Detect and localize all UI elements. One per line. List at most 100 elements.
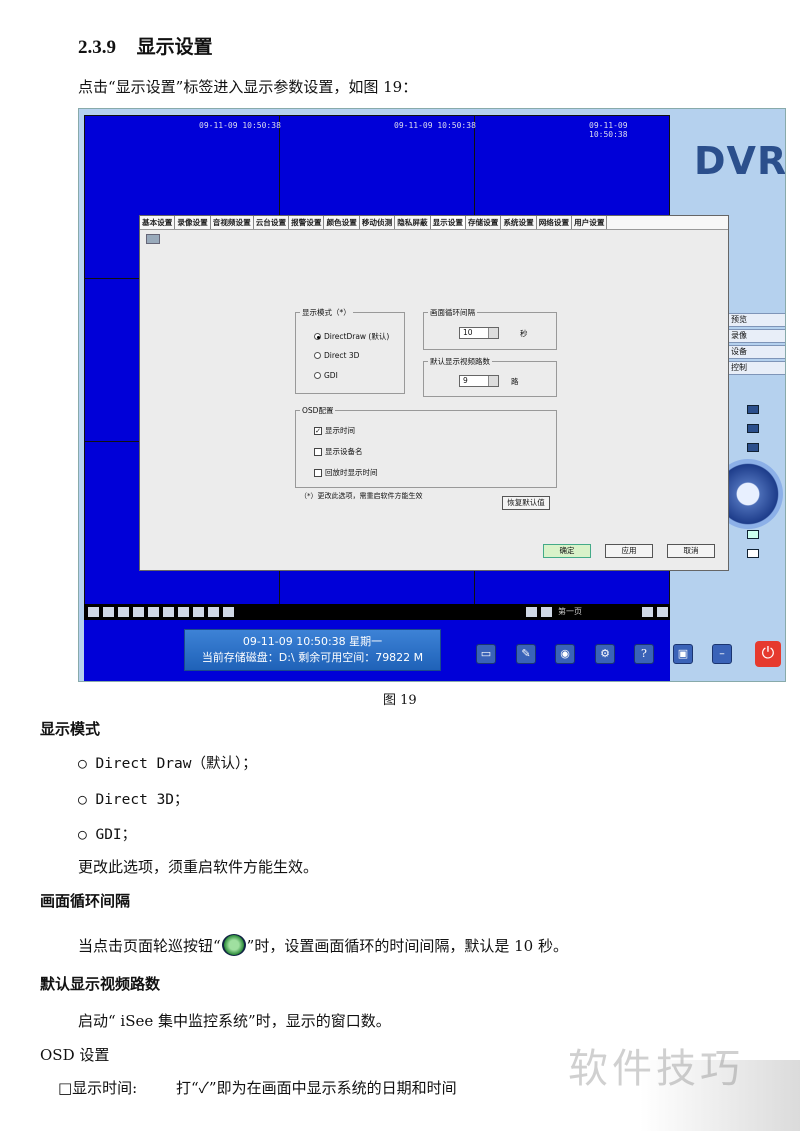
osd-item-label: □显示时间: [58,1079,138,1097]
side-toggle[interactable] [747,424,759,433]
apply-button[interactable]: 应用 [605,544,653,558]
power-button[interactable]: ⏻ [755,641,781,667]
checkbox-label: 回放时显示时间 [325,468,378,477]
layout-button[interactable] [657,607,668,617]
checkbox-label: 显示时间 [325,426,355,435]
tab-user[interactable]: 用户设置 [572,216,608,229]
side-button-preview[interactable]: 预览 [727,313,785,327]
settings-dialog: 基本设置 录像设置 音视频设置 云台设置 报警设置 颜色设置 移动侦测 隐私屏蔽… [139,215,729,571]
radio-label: Direct 3D [324,351,360,360]
side-button-device[interactable]: 设备 [727,345,785,359]
watermark: 软件技巧 [568,1046,744,1092]
side-button-control[interactable]: 控制 [727,361,785,375]
radio-gdi[interactable]: GDI [314,371,338,380]
restart-note: （*）更改此选项，需重启软件方能生效 [300,492,423,500]
cycle-text-part: 当点击页面轮巡按钮“ [78,937,221,955]
checkbox[interactable]: ✓ [314,426,322,435]
channels-heading: 默认显示视频路数 [40,975,161,993]
osd-line: □显示时间: 打“✓”即为在画面中显示系统的日期和时间 [58,1077,457,1098]
display-mode-item: ○ GDI； [78,827,137,843]
timestamp: 09-11-09 10:50:38 [394,121,476,130]
side-button-record[interactable]: 录像 [727,329,785,343]
checkbox[interactable] [314,447,322,456]
status-time: 09-11-09 10:50:38 星期一 [242,635,383,648]
figure-caption: 图 19 [383,693,417,708]
channel-button[interactable] [193,607,204,617]
cycle-interval-stepper[interactable]: 10 [459,327,499,339]
side-toggle[interactable] [747,549,759,558]
display-mode-note: 更改此选项，须重启软件方能生效。 [78,858,319,876]
checkbox[interactable] [314,468,322,477]
default-channels-label: 默认显示视频路数 [428,356,492,367]
tab-basic[interactable]: 基本设置 [140,216,176,229]
osd-show-device-name[interactable]: 显示设备名 [314,446,363,457]
tab-system[interactable]: 系统设置 [501,216,537,229]
channels-text: 启动“ iSee 集中监控系统”时，显示的窗口数。 [78,1012,391,1030]
tab-ptz[interactable]: 云台设置 [254,216,290,229]
display-mode-item: ○ Direct Draw（默认）； [78,756,257,772]
osd-item-desc: 打“✓”即为在画面中显示系统的日期和时间 [176,1079,457,1097]
channel-button[interactable] [103,607,114,617]
tab-alarm[interactable]: 报警设置 [289,216,325,229]
minimize-button[interactable]: – [712,644,732,664]
help-button[interactable]: ? [634,644,654,664]
ok-button[interactable]: 确定 [543,544,591,558]
default-channels-unit: 路 [511,377,519,386]
osd-playback-time[interactable]: 回放时显示时间 [314,467,378,478]
display-mode-group: 显示模式（*） DirectDraw (默认) Direct 3D GDI [295,307,405,394]
radio-dot[interactable] [314,372,321,379]
cycle-heading: 画面循环间隔 [40,892,131,910]
radio-directdraw[interactable]: DirectDraw (默认) [314,331,389,342]
settings-button[interactable]: ⚙ [595,644,615,664]
section-heading: 2.3.9 显示设置 [78,32,213,59]
page-prev-button[interactable] [526,607,537,617]
side-toggle[interactable] [747,443,759,452]
tab-motion[interactable]: 移动侦测 [360,216,396,229]
tab-display[interactable]: 显示设置 [430,216,466,229]
cycle-text-part: ”时，设置画面循环的时间间隔，默认是 10 秒。 [246,937,568,955]
display-mode-heading: 显示模式 [40,720,101,738]
lock-button[interactable]: ▣ [673,644,693,664]
tab-storage[interactable]: 存储设置 [466,216,502,229]
osd-heading: OSD 设置 [40,1046,110,1064]
page-next-button[interactable] [541,607,552,617]
cycle-interval-label: 画面循环间隔 [428,307,477,318]
display-mode-item: ○ Direct 3D； [78,792,189,808]
default-channels-stepper[interactable]: 9 [459,375,499,387]
osd-show-time[interactable]: ✓ 显示时间 [314,425,355,436]
channel-button[interactable] [88,607,99,617]
radio-direct3d[interactable]: Direct 3D [314,351,359,360]
restore-defaults-button[interactable]: 恢复默认值 [502,496,550,510]
channel-button[interactable] [133,607,144,617]
record-button[interactable]: ▭ [476,644,496,664]
edit-button[interactable]: ✎ [516,644,536,664]
tab-audio-video[interactable]: 音视频设置 [211,216,254,229]
channel-button[interactable] [178,607,189,617]
tab-record[interactable]: 录像设置 [175,216,211,229]
status-disk: 当前存储磁盘：D:\ 剩余可用空间：79822 M [201,651,424,664]
radio-dot[interactable] [314,352,321,359]
playback-button[interactable]: ◉ [555,644,575,664]
cycle-text: 当点击页面轮巡按钮“ ”时，设置画面循环的时间间隔，默认是 10 秒。 [78,934,568,956]
section-title: 显示设置 [136,36,213,58]
channel-button[interactable] [118,607,129,617]
cycle-icon [221,934,246,956]
side-toggle[interactable] [747,530,759,539]
tab-color[interactable]: 颜色设置 [324,216,360,229]
channel-button[interactable] [208,607,219,617]
channel-button[interactable] [163,607,174,617]
radio-dot[interactable] [314,333,321,340]
channel-button[interactable] [223,607,234,617]
tab-privacy[interactable]: 隐私屏蔽 [395,216,431,229]
cycle-interval-group: 画面循环间隔 10 秒 [423,307,557,350]
dvr-screenshot: 09-11-09 10:50:38 09-11-09 10:50:38 09-1… [78,108,786,682]
cycle-interval-unit: 秒 [520,329,528,338]
section-number: 2.3.9 [78,37,116,58]
side-toggle[interactable] [747,405,759,414]
page-label: 第一页 [558,607,582,616]
cancel-button[interactable]: 取消 [667,544,715,558]
layout-button[interactable] [642,607,653,617]
channel-button[interactable] [148,607,159,617]
tab-network[interactable]: 网络设置 [537,216,573,229]
channel-bar: 第一页 [84,604,670,620]
